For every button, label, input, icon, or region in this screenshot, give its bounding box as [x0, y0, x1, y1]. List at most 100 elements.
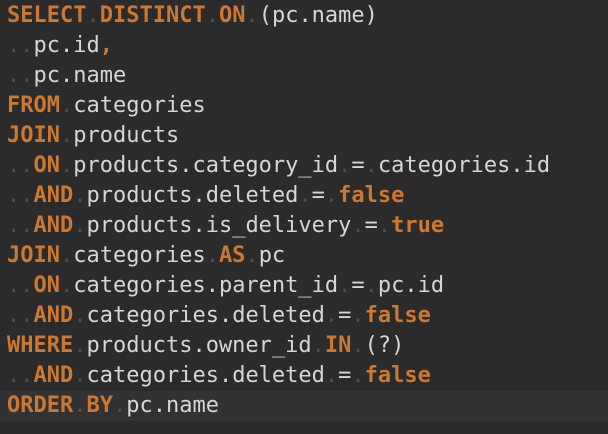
sql-identifier: =	[338, 363, 352, 388]
whitespace-marker: .	[298, 183, 312, 208]
sql-identifier: products.category_id	[73, 153, 339, 178]
whitespace-marker: .	[245, 243, 259, 268]
sql-identifier: categories	[73, 243, 206, 268]
whitespace-marker: .	[73, 393, 87, 418]
sql-identifier: products.owner_id	[86, 333, 312, 358]
whitespace-marker: .	[59, 243, 74, 268]
sql-identifier: pc.id	[377, 273, 445, 298]
whitespace-marker: .	[364, 273, 378, 298]
whitespace-marker: .	[86, 3, 100, 28]
whitespace-marker: .	[338, 273, 352, 298]
code-line[interactable]: ..AND.categories.deleted.=.false	[0, 361, 608, 391]
whitespace-marker: .	[73, 363, 87, 388]
sql-identifier: (pc.name)	[258, 3, 378, 28]
code-line[interactable]: JOIN.products	[0, 121, 608, 151]
whitespace-marker: .	[59, 123, 74, 148]
whitespace-marker: .	[205, 3, 219, 28]
code-line[interactable]: SELECT.DISTINCT.ON.(pc.name)	[0, 1, 608, 31]
sql-keyword: true	[391, 213, 445, 238]
sql-keyword: AND	[33, 213, 74, 238]
sql-keyword: ORDER	[7, 393, 74, 418]
whitespace-marker: .	[311, 333, 325, 358]
whitespace-marker: .	[112, 393, 127, 418]
code-line[interactable]: JOIN.categories.AS.pc	[0, 241, 608, 271]
sql-identifier: categories.deleted	[86, 303, 325, 328]
whitespace-marker: ..	[7, 273, 34, 298]
code-line-current[interactable]: ORDER.BY.pc.name	[0, 391, 608, 421]
sql-identifier: products.is_delivery	[86, 213, 352, 238]
whitespace-marker: .	[60, 273, 74, 298]
sql-keyword: false	[338, 183, 405, 208]
whitespace-marker: .	[205, 243, 219, 268]
whitespace-marker: ..	[7, 213, 34, 238]
whitespace-marker: .	[73, 303, 87, 328]
sql-code-editor[interactable]: SELECT.DISTINCT.ON.(pc.name) ..pc.id, ..pc…	[0, 0, 608, 434]
sql-identifier: =	[311, 183, 325, 208]
sql-identifier: categories.parent_id	[73, 273, 339, 298]
whitespace-marker: .	[364, 153, 378, 178]
whitespace-marker: .	[377, 213, 392, 238]
sql-identifier: (?)	[364, 333, 405, 358]
sql-keyword: AND	[33, 363, 74, 388]
code-line[interactable]: ..AND.products.deleted.=.false	[0, 181, 608, 211]
sql-keyword: ON	[33, 153, 61, 178]
whitespace-marker: .	[73, 333, 87, 358]
whitespace-marker: .	[351, 213, 365, 238]
sql-keyword: SELECT	[7, 3, 87, 28]
sql-identifier: =	[351, 273, 365, 298]
sql-identifier: pc	[258, 243, 286, 268]
whitespace-marker: .	[59, 93, 74, 118]
sql-keyword: IN	[324, 333, 352, 358]
whitespace-marker: ..	[7, 303, 34, 328]
sql-keyword: AND	[33, 183, 74, 208]
whitespace-marker: ..	[7, 63, 34, 88]
sql-keyword: JOIN	[7, 123, 60, 148]
sql-identifier: categories	[73, 93, 206, 118]
whitespace-marker: .	[245, 3, 259, 28]
whitespace-marker: .	[351, 303, 365, 328]
whitespace-marker: ..	[7, 363, 34, 388]
code-line[interactable]: ..pc.name	[0, 61, 608, 91]
code-line[interactable]: ..AND.categories.deleted.=.false	[0, 301, 608, 331]
whitespace-marker: .	[324, 363, 339, 388]
sql-keyword: AND	[33, 303, 74, 328]
sql-identifier: =	[351, 153, 365, 178]
sql-keyword: AS	[218, 243, 246, 268]
whitespace-marker: ..	[7, 183, 34, 208]
sql-identifier: categories.id	[377, 153, 551, 178]
whitespace-marker: .	[351, 363, 365, 388]
sql-keyword: DISTINCT	[99, 3, 206, 28]
sql-keyword: ON	[218, 3, 246, 28]
sql-keyword: BY	[86, 393, 113, 418]
code-line[interactable]: ..pc.id,	[0, 31, 608, 61]
sql-identifier: products	[73, 123, 180, 148]
code-line[interactable]: ..ON.categories.parent_id.=.pc.id	[0, 271, 608, 301]
code-line[interactable]: ..ON.products.category_id.=.categories.i…	[0, 151, 608, 181]
sql-keyword: FROM	[7, 93, 60, 118]
whitespace-marker: .	[338, 153, 352, 178]
sql-identifier: products.deleted	[86, 183, 299, 208]
sql-keyword: ON	[33, 273, 61, 298]
whitespace-marker: .	[324, 183, 339, 208]
sql-identifier: pc.name	[126, 393, 219, 418]
sql-identifier: categories.deleted	[86, 363, 325, 388]
sql-keyword: false	[364, 363, 431, 388]
sql-keyword: WHERE	[7, 333, 74, 358]
whitespace-marker: ..	[7, 33, 34, 58]
code-line[interactable]: WHERE.products.owner_id.IN.(?)	[0, 331, 608, 361]
sql-keyword: JOIN	[7, 243, 60, 268]
sql-identifier: =	[364, 213, 378, 238]
whitespace-marker: .	[60, 153, 74, 178]
whitespace-marker: .	[73, 183, 87, 208]
sql-identifier: pc.id	[33, 33, 100, 58]
whitespace-marker: .	[351, 333, 365, 358]
sql-identifier: =	[338, 303, 352, 328]
whitespace-marker: .	[324, 303, 339, 328]
code-line[interactable]: FROM.categories	[0, 91, 608, 121]
whitespace-marker: .	[73, 213, 87, 238]
sql-identifier: pc.name	[33, 63, 127, 88]
sql-keyword: false	[364, 303, 431, 328]
whitespace-marker: ..	[7, 153, 34, 178]
code-line[interactable]: ..AND.products.is_delivery.=.true	[0, 211, 608, 241]
sql-keyword: ,	[99, 33, 113, 58]
